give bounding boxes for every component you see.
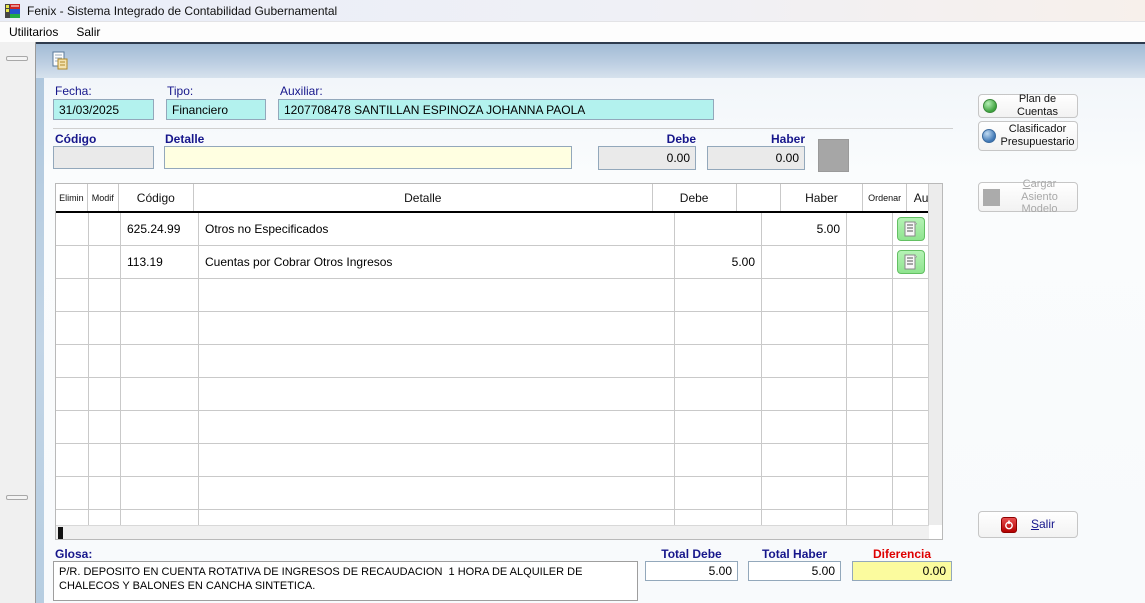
title-bar: Fenix - Sistema Integrado de Contabilida… [0,0,1145,22]
diferencia-field: 0.00 [852,561,952,581]
codigo-input[interactable] [53,146,154,169]
green-sphere-icon [983,99,997,113]
table-row[interactable]: 113.19 Cuentas por Cobrar Otros Ingresos… [56,246,942,279]
fecha-label: Fecha: [55,84,92,98]
glosa-label: Glosa: [55,547,92,561]
window-title: Fenix - Sistema Integrado de Contabilida… [27,4,337,18]
glosa-textarea[interactable]: P/R. DEPOSITO EN CUENTA ROTATIVA DE INGR… [53,561,638,601]
col-header-debe: Debe [653,184,737,211]
cell-detalle[interactable]: Otros no Especificados [199,213,675,245]
table-row[interactable]: 625.24.99 Otros no Especificados 5.00 [56,213,942,246]
grid-header-row: Elimin Modif Código Detalle Debe Haber O… [56,184,942,213]
salir-button[interactable]: Salir [978,511,1078,538]
cargar-asiento-modelo-button[interactable]: Cargar Asiento Modelo [978,182,1078,212]
empty-row [56,279,942,312]
grid-horizontal-scrollbar[interactable] [56,525,929,539]
left-edge-strip [36,78,44,603]
empty-row [56,510,942,525]
cell-detalle[interactable]: Cuentas por Cobrar Otros Ingresos [199,246,675,278]
form-separator [53,128,953,129]
empty-row [56,378,942,411]
empty-row [56,312,942,345]
tipo-label: Tipo: [167,84,193,98]
clasificador-label: Clasificador Presupuestario [1001,123,1075,148]
splitter-handle-bottom[interactable] [6,495,28,500]
power-icon [1001,517,1017,533]
cell-codigo[interactable]: 625.24.99 [121,213,199,245]
plan-de-cuentas-button[interactable]: Plan de Cuentas [978,94,1078,118]
empty-row [56,477,942,510]
haber-label: Haber [707,132,805,146]
col-header-haber: Haber [781,184,863,211]
app-logo-icon [5,3,21,19]
total-haber-label: Total Haber [748,547,841,561]
col-header-elimin: Elimin [56,184,88,211]
menu-bar: Utilitarios Salir [0,22,1145,42]
plan-de-cuentas-label: Plan de Cuentas [1002,93,1073,118]
detalle-label: Detalle [165,132,204,146]
col-header-modif: Modif [88,184,119,211]
diferencia-label: Diferencia [852,547,952,561]
empty-row [56,411,942,444]
app-window: Fenix - Sistema Integrado de Contabilida… [0,0,1145,603]
total-debe-label: Total Debe [645,547,738,561]
col-header-ordenar-x [737,184,781,211]
grid-vertical-scrollbar[interactable] [928,184,942,525]
debe-label: Debe [598,132,696,146]
col-header-ordenar: Ordenar [863,184,907,211]
aux-button[interactable] [897,250,925,274]
col-header-codigo: Código [119,184,194,211]
add-entry-button[interactable] [818,139,849,172]
col-header-detalle: Detalle [194,184,653,211]
empty-row [56,444,942,477]
total-haber-field: 5.00 [748,561,841,581]
salir-label: Salir [1031,518,1055,532]
auxiliar-label: Auxiliar: [280,84,323,98]
entries-grid: Elimin Modif Código Detalle Debe Haber O… [55,183,943,540]
cell-haber[interactable]: 5.00 [762,213,847,245]
cell-codigo[interactable]: 113.19 [121,246,199,278]
total-debe-field: 5.00 [645,561,738,581]
gray-square-icon [983,189,1000,206]
cell-debe[interactable] [675,213,762,245]
notepad-icon [904,221,918,237]
left-splitter-panel[interactable] [0,42,36,603]
toolbar [36,44,1145,78]
splitter-handle-top[interactable] [6,56,28,61]
new-document-button[interactable] [46,47,74,75]
haber-input[interactable]: 0.00 [707,146,805,170]
clasificador-presupuestario-button[interactable]: Clasificador Presupuestario [978,121,1078,151]
cargar-asiento-label: Cargar Asiento Modelo [1006,178,1073,216]
aux-button[interactable] [897,217,925,241]
notepad-icon [904,254,918,270]
fecha-input[interactable]: 31/03/2025 [53,99,154,120]
menu-utilitarios[interactable]: Utilitarios [0,23,67,41]
cell-debe[interactable]: 5.00 [675,246,762,278]
detalle-input[interactable] [164,146,572,169]
cell-haber[interactable] [762,246,847,278]
empty-row [56,345,942,378]
codigo-label: Código [55,132,96,146]
blue-sphere-icon [982,129,996,143]
menu-salir[interactable]: Salir [67,23,109,41]
debe-input[interactable]: 0.00 [598,146,696,170]
tipo-input[interactable]: Financiero [166,99,266,120]
hscroll-thumb[interactable] [58,527,63,539]
auxiliar-input[interactable]: 1207708478 SANTILLAN ESPINOZA JOHANNA PA… [278,99,714,120]
grid-body: 625.24.99 Otros no Especificados 5.00 [56,213,942,525]
document-copy-icon [49,50,71,72]
